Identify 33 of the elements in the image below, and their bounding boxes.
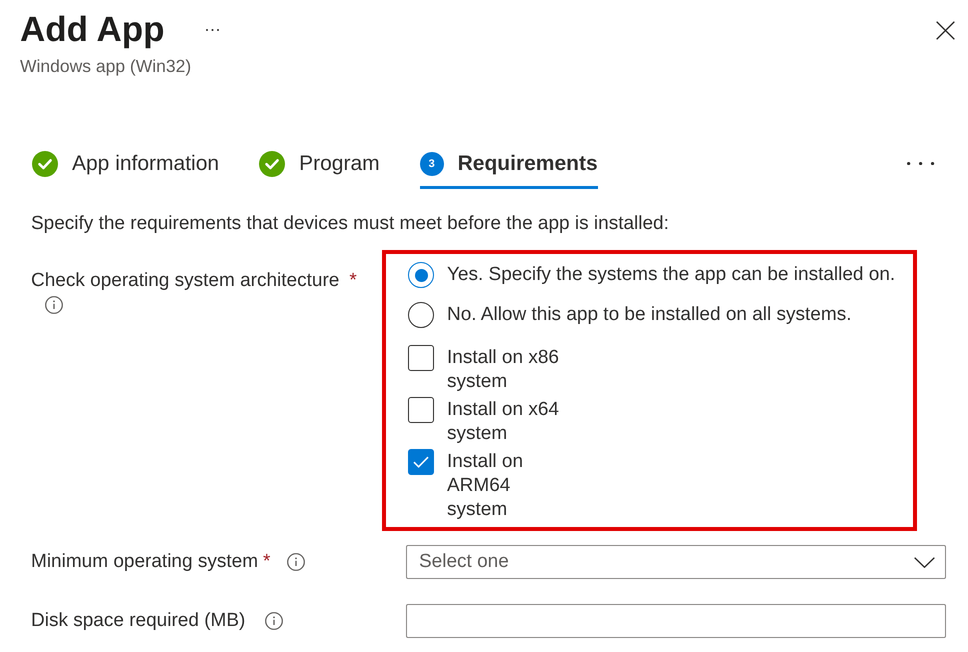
field-label: Minimum operating system: [31, 550, 258, 574]
info-icon[interactable]: [265, 612, 284, 630]
check-circle-icon: [259, 151, 286, 177]
checkbox[interactable]: [408, 449, 434, 475]
field-label: Check operating system architecture: [31, 269, 340, 293]
checkbox-label[interactable]: Install on ARM64 system: [447, 450, 567, 522]
radio-label[interactable]: No. Allow this app to be installed on all systems.: [447, 303, 852, 327]
tab[interactable]: 3 Requirements: [420, 146, 598, 189]
checkbox-label[interactable]: Install on x86 system: [447, 346, 567, 394]
page-subtitle: Windows app (Win32): [20, 55, 192, 77]
radio-button[interactable]: [408, 302, 434, 328]
chevron-down-icon: [914, 556, 935, 568]
close-icon[interactable]: [936, 20, 955, 40]
check-circle-icon: [32, 151, 58, 177]
checkmark-icon: [413, 456, 429, 468]
step-number-badge: 3: [420, 152, 444, 176]
page-title: Add App: [20, 9, 164, 51]
text-field[interactable]: [406, 604, 946, 638]
radio-button[interactable]: [408, 262, 434, 288]
dropdown[interactable]: Select one: [406, 545, 946, 579]
tab[interactable]: Program: [259, 146, 380, 189]
info-icon[interactable]: [287, 553, 306, 571]
field-label: Disk space required (MB): [31, 609, 246, 633]
radio-label[interactable]: Yes. Specify the systems the app can be installed on.: [447, 263, 896, 287]
more-icon[interactable]: [907, 162, 935, 166]
required-mark: *: [349, 269, 357, 293]
info-icon[interactable]: [45, 296, 63, 314]
checkbox-label[interactable]: Install on x64 system: [447, 398, 567, 446]
description-text: Specify the requirements that devices must meet before the app is installed:: [31, 212, 669, 236]
tab[interactable]: App information: [32, 146, 220, 189]
checkbox[interactable]: [408, 345, 434, 371]
checkbox[interactable]: [408, 397, 434, 423]
required-mark: *: [263, 550, 270, 574]
